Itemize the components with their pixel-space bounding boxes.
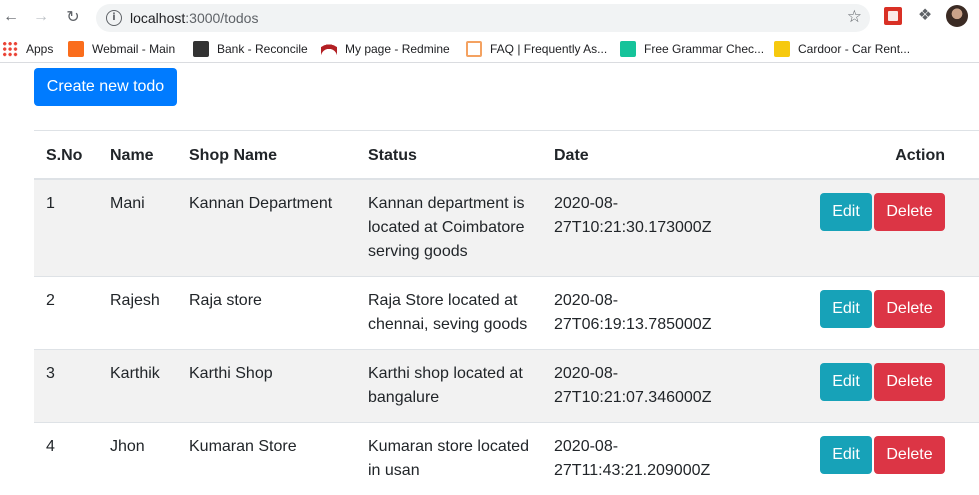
cell-name: Karthik [98, 349, 177, 423]
cell-sno: 4 [34, 422, 98, 495]
bookmark-faq[interactable]: FAQ | Frequently As... [466, 40, 607, 58]
table-row: 1 Mani Kannan Department Kannan departme… [34, 178, 979, 277]
url-text[interactable]: localhost:3000/todos [130, 10, 258, 26]
bookmark-label: Apps [26, 42, 54, 56]
cell-action: Edit Delete [772, 349, 979, 423]
bank-icon [193, 41, 209, 57]
delete-button[interactable]: Delete [874, 290, 945, 328]
table-header-row: S.No Name Shop Name Status Date Action [34, 130, 979, 180]
cell-sno: 3 [34, 349, 98, 423]
apps-grid-icon [2, 41, 18, 57]
bookmark-label: Webmail - Main [92, 42, 176, 56]
page-content: Create new todo S.No Name Shop Name Stat… [0, 64, 979, 495]
bookmark-label: FAQ | Frequently As... [490, 42, 608, 56]
bookmark-apps[interactable]: Apps [2, 40, 53, 58]
delete-button[interactable]: Delete [874, 363, 945, 401]
bookmark-star-icon[interactable]: ☆ [847, 7, 862, 27]
bookmark-grammar[interactable]: Free Grammar Chec... [620, 40, 764, 58]
cell-status: Karthi shop located at bangalure [356, 349, 542, 423]
cell-shop-name: Karthi Shop [177, 349, 356, 423]
info-icon[interactable]: i [106, 10, 122, 26]
cell-sno: 1 [34, 178, 98, 277]
cell-date: 2020-08-27T10:21:07.346000Z [542, 349, 772, 423]
header-shop-name: Shop Name [177, 130, 356, 180]
back-arrow-icon[interactable]: ← [0, 6, 22, 28]
cell-date: 2020-08-27T10:21:30.173000Z [542, 178, 772, 277]
bookmark-label: Bank - Reconcile [217, 42, 308, 56]
table-row: 2 Rajesh Raja store Raja Store located a… [34, 276, 979, 350]
header-date: Date [542, 130, 772, 180]
delete-button[interactable]: Delete [874, 193, 945, 231]
bookmark-label: Cardoor - Car Rent... [798, 42, 911, 56]
cell-name: Mani [98, 178, 177, 277]
todos-table: S.No Name Shop Name Status Date Action 1… [34, 130, 979, 495]
bookmark-bank[interactable]: Bank - Reconcile [193, 40, 308, 58]
cell-shop-name: Kannan Department [177, 178, 356, 277]
cpanel-icon [68, 41, 84, 57]
cell-name: Jhon [98, 422, 177, 495]
url-host: localhost [130, 10, 186, 26]
url-path: :3000/todos [185, 10, 259, 26]
cell-shop-name: Kumaran Store [177, 422, 356, 495]
forward-arrow-icon[interactable]: → [30, 6, 52, 28]
puzzle-icon[interactable]: ❖ [916, 7, 934, 25]
edit-button[interactable]: Edit [820, 290, 872, 328]
reload-icon[interactable]: ↻ [62, 6, 84, 28]
cell-status: Raja Store located at chennai, seving go… [356, 276, 542, 350]
header-status: Status [356, 130, 542, 180]
cell-status: Kannan department is located at Coimbato… [356, 178, 542, 277]
cell-action: Edit Delete [772, 422, 979, 495]
header-name: Name [98, 130, 177, 180]
cell-action: Edit Delete [772, 178, 979, 277]
cell-date: 2020-08-27T11:43:21.209000Z [542, 422, 772, 495]
faq-icon [466, 41, 482, 57]
cardoor-icon [774, 41, 790, 57]
grammar-icon [620, 41, 636, 57]
header-sno: S.No [34, 130, 98, 180]
bookmark-label: My page - Redmine [345, 42, 450, 56]
cell-name: Rajesh [98, 276, 177, 350]
bookmark-redmine[interactable]: My page - Redmine [321, 40, 450, 58]
bookmarks-bar: Apps Webmail - Main Bank - Reconcile My … [0, 35, 979, 63]
bookmark-cardoor[interactable]: Cardoor - Car Rent... [774, 40, 910, 58]
cell-shop-name: Raja store [177, 276, 356, 350]
avatar[interactable] [946, 5, 968, 27]
cell-action: Edit Delete [772, 276, 979, 350]
edit-button[interactable]: Edit [820, 363, 872, 401]
bookmark-webmail[interactable]: Webmail - Main [68, 40, 175, 58]
create-todo-button[interactable]: Create new todo [34, 68, 177, 106]
redmine-icon [321, 41, 337, 57]
extension-icon[interactable] [884, 7, 902, 25]
bookmark-label: Free Grammar Chec... [644, 42, 765, 56]
edit-button[interactable]: Edit [820, 193, 872, 231]
address-bar[interactable]: i localhost:3000/todos ☆ [96, 4, 870, 32]
browser-toolbar: ← → ↻ i localhost:3000/todos ☆ ❖ [0, 0, 979, 35]
table-row: 4 Jhon Kumaran Store Kumaran store locat… [34, 422, 979, 495]
table-row: 3 Karthik Karthi Shop Karthi shop locate… [34, 349, 979, 423]
cell-sno: 2 [34, 276, 98, 350]
header-action: Action [772, 130, 979, 180]
cell-status: Kumaran store located in usan [356, 422, 542, 495]
cell-date: 2020-08-27T06:19:13.785000Z [542, 276, 772, 350]
delete-button[interactable]: Delete [874, 436, 945, 474]
edit-button[interactable]: Edit [820, 436, 872, 474]
